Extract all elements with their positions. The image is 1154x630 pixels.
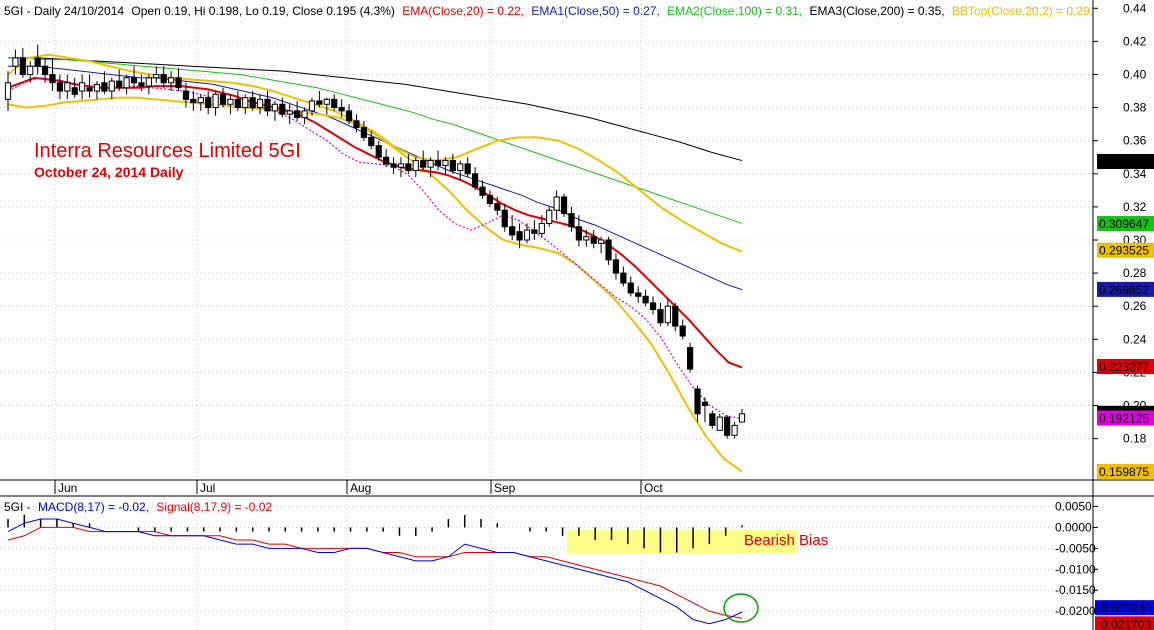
legend-macd: MACD(8,17) = -0.02, (38, 500, 149, 514)
svg-text:0.309647: 0.309647 (1099, 217, 1149, 231)
svg-text:-0.021703: -0.021703 (1097, 617, 1151, 630)
price-tick-label: 0.40 (1123, 67, 1147, 81)
legend-bbtop: BBTop(Close,20,2) = 0.29, (952, 4, 1093, 18)
legend-ema50: EMA1(Close,50) = 0.27, (531, 4, 659, 18)
price-tick-label: 0.36 (1123, 134, 1147, 148)
svg-text:0.269852: 0.269852 (1099, 283, 1149, 297)
legend-signal: Signal(8,17,9) = -0.02 (156, 500, 272, 514)
bearish-bias-label: Bearish Bias (744, 532, 828, 549)
price-tick-label: 0.24 (1123, 332, 1147, 346)
svg-text:5GI - MACD(8,17) = -0.02,: 5GI - MACD(8,17) = -0.02, Signal(8,17,9)… (4, 500, 272, 514)
macd-tick-label: 0.0000 (1055, 520, 1092, 534)
macd-tick-label: -0.0100 (1055, 562, 1096, 576)
month-tick-label: Oct (644, 481, 663, 495)
macd-tick-label: -0.0200 (1055, 604, 1096, 618)
candle (687, 342, 694, 373)
header-symbol: 5GI - Daily 24/10/2014 (4, 4, 124, 18)
legend-ema200: EMA3(Close,200) = 0.35, (810, 4, 945, 18)
price-value-label: 0.309647 (1097, 216, 1154, 232)
svg-text:0.347142: 0.347142 (1099, 155, 1149, 169)
svg-text:0.159875: 0.159875 (1099, 465, 1149, 479)
price-tick-label: 0.44 (1123, 1, 1147, 15)
legend-ema20: EMA(Close,20) = 0.22, (402, 4, 524, 18)
svg-text:-0.020240: -0.020240 (1097, 601, 1151, 615)
macd-value-labels: -0.020240 -0.021703 (1095, 600, 1154, 630)
price-value-label: 0.293525 (1097, 242, 1154, 258)
price-value-label: 0.347142 (1097, 153, 1154, 169)
stock-chart: 5GI - Daily 24/10/2014 Open 0.19, Hi 0.1… (0, 0, 1154, 630)
price-tick-label: 0.38 (1123, 101, 1147, 115)
price-tick-label: 0.26 (1123, 299, 1147, 313)
price-value-label: 0.159875 (1097, 463, 1154, 479)
month-tick-label: Jul (200, 481, 215, 495)
macd-tick-label: 0.0050 (1055, 499, 1092, 513)
svg-text:5GI - Daily 24/10/2014 Ope: 5GI - Daily 24/10/2014 Open 0.19, Hi 0.1… (4, 4, 1093, 18)
candle (546, 206, 553, 227)
macd-value-label: -0.021703 (1095, 616, 1154, 630)
price-value-label: 0.223277 (1097, 358, 1154, 374)
header-ohlc: Open 0.19, Hi 0.198, Lo 0.19, Close 0.19… (131, 4, 395, 18)
price-tick-label: 0.28 (1123, 266, 1147, 280)
month-tick-label: Aug (350, 481, 371, 495)
macd-value-label: -0.020240 (1095, 600, 1154, 616)
candle (724, 415, 731, 439)
price-tick-label: 0.18 (1123, 432, 1147, 446)
candle (560, 193, 568, 217)
macd-tick-label: -0.0150 (1055, 583, 1096, 597)
svg-text:0.293525: 0.293525 (1099, 244, 1149, 258)
macd-tick-label: -0.0050 (1055, 541, 1096, 555)
chart-subtitle: October 24, 2014 Daily (34, 164, 184, 180)
svg-text:0.223277: 0.223277 (1099, 360, 1149, 374)
month-tick-label: Jun (58, 481, 77, 495)
price-tick-label: 0.42 (1123, 34, 1147, 48)
price-value-label: 0.192125 (1097, 410, 1154, 426)
macd-header-symbol: 5GI - (4, 500, 31, 514)
price-value-label: 0.269852 (1097, 281, 1154, 297)
price-tick-label: 0.32 (1123, 200, 1147, 214)
legend-ema100: EMA2(Close,100) = 0.31, (667, 4, 802, 18)
chart-title: Interra Resources Limited 5GI (34, 140, 301, 162)
svg-text:0.192125: 0.192125 (1099, 412, 1149, 426)
month-tick-label: Sep (494, 481, 516, 495)
